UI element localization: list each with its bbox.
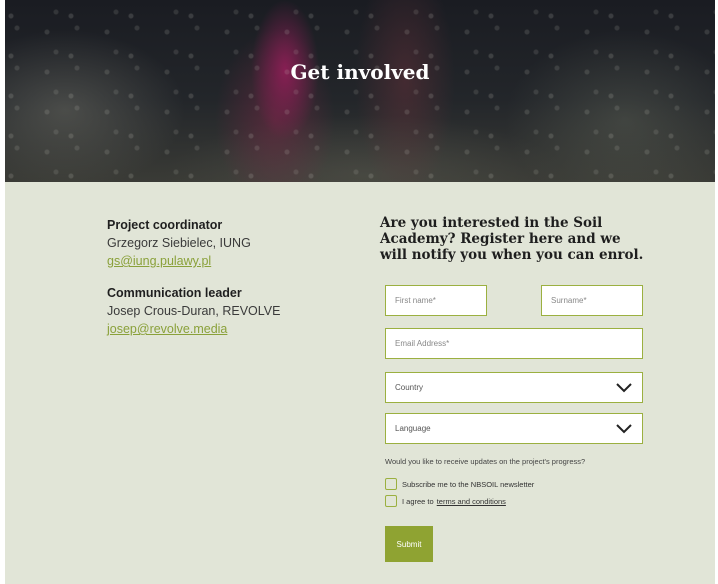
email-placeholder: Email Address*: [395, 339, 450, 348]
terms-checkbox[interactable]: [385, 495, 397, 507]
page-frame: Get involved Project coordinator Grzegor…: [5, 0, 715, 584]
contact-communication: Communication leader Josep Crous-Duran, …: [107, 286, 347, 336]
surname-field[interactable]: Surname*: [541, 285, 643, 316]
updates-question: Would you like to receive updates on the…: [385, 457, 586, 466]
newsletter-label: Subscribe me to the NBSOIL newsletter: [402, 479, 535, 489]
terms-label: I agree to: [402, 496, 434, 506]
form-heading: Are you interested in the Soil Academy? …: [380, 215, 644, 263]
chevron-down-icon: [616, 383, 632, 393]
newsletter-option: Subscribe me to the NBSOIL newsletter: [385, 478, 534, 490]
country-select-label: Country: [395, 383, 424, 392]
contact-role: Project coordinator: [107, 218, 223, 232]
first-name-placeholder: First name*: [395, 296, 436, 305]
first-name-field[interactable]: First name*: [385, 285, 487, 316]
language-select-label: Language: [395, 424, 431, 433]
registration-form: Are you interested in the Soil Academy? …: [380, 215, 645, 562]
page-title: Get involved: [290, 60, 430, 84]
contact-name: Josep Crous-Duran, REVOLVE: [107, 304, 281, 318]
chevron-down-icon: [616, 424, 632, 434]
email-field[interactable]: Email Address*: [385, 328, 643, 359]
contact-coordinator: Project coordinator Grzegorz Siebielec, …: [107, 218, 347, 268]
contact-role: Communication leader: [107, 286, 242, 300]
newsletter-checkbox[interactable]: [385, 478, 397, 490]
contact-list: Project coordinator Grzegorz Siebielec, …: [107, 218, 347, 354]
hero-banner: Get involved: [5, 0, 715, 182]
country-select[interactable]: Country: [385, 372, 643, 403]
submit-button[interactable]: Submit: [385, 526, 433, 562]
terms-option: I agree to terms and conditions: [385, 495, 506, 507]
language-select[interactable]: Language: [385, 413, 643, 444]
contact-email-link[interactable]: gs@iung.pulawy.pl: [107, 254, 347, 268]
terms-link[interactable]: terms and conditions: [437, 497, 506, 506]
surname-placeholder: Surname*: [551, 296, 587, 305]
contact-name: Grzegorz Siebielec, IUNG: [107, 236, 251, 250]
contact-email-link[interactable]: josep@revolve.media: [107, 322, 347, 336]
